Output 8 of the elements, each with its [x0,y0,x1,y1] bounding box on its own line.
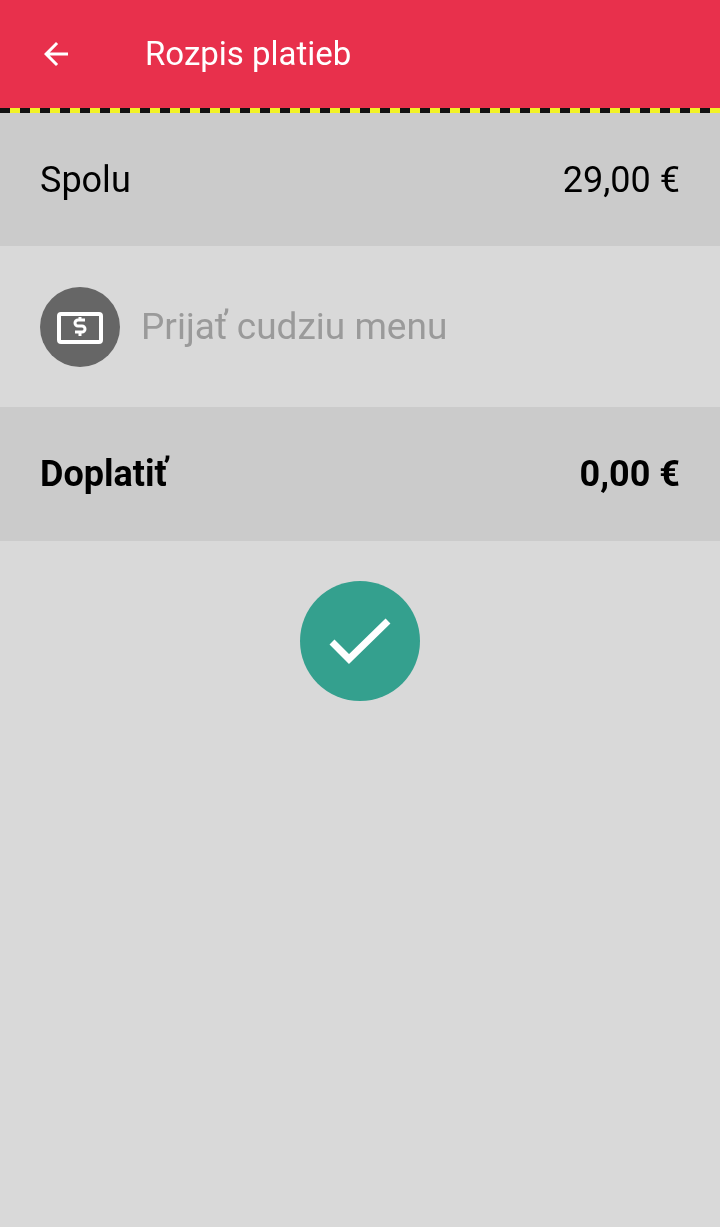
total-value: 29,00 € [562,157,680,203]
due-label: Doplatiť [40,452,168,497]
currency-option-label: Prijať cudziu menu [141,303,448,350]
screen-title: Rozpis platieb [145,33,352,76]
total-label: Spolu [40,157,131,203]
cash-icon [40,286,120,367]
checkmark-icon [329,618,391,664]
due-value: 0,00 € [579,452,680,497]
